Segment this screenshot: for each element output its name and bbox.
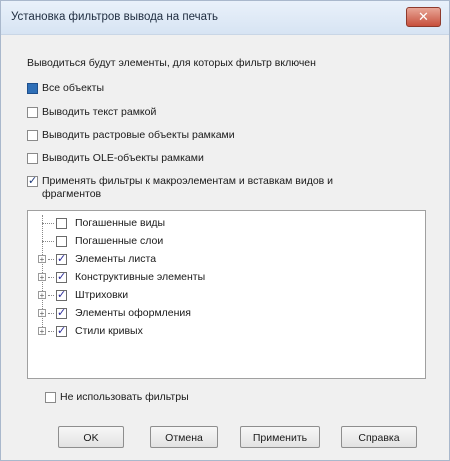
tree-item[interactable]: Погашенные слои [42,235,163,247]
ole-frame-checkbox[interactable] [27,153,38,164]
tree-branch [48,294,54,296]
tree-item-label: Стили кривых [75,325,143,337]
tree-item-label: Конструктивные элементы [75,271,206,283]
tree-item[interactable]: + Стили кривых [38,324,143,337]
tree-checkbox[interactable] [56,252,67,265]
option-label: Не использовать фильтры [60,391,189,403]
dialog-title: Установка фильтров вывода на печать [11,11,218,23]
help-button[interactable]: Справка [341,426,417,448]
ok-button[interactable]: OK [58,426,124,448]
tree-item-label: Элементы оформления [75,307,191,319]
tree-branch [42,240,54,242]
tree-branch [48,276,54,278]
tree-item-label: Штриховки [75,289,129,301]
tree-checkbox[interactable] [56,288,67,301]
tree-checkbox[interactable] [56,324,67,337]
tree-item[interactable]: + Элементы оформления [38,306,191,319]
expand-icon[interactable]: + [38,255,46,264]
tree-branch [42,222,54,224]
option-no-filters[interactable]: Не использовать фильтры [45,391,189,403]
option-raster-frame[interactable]: Выводить растровые объекты рамками [27,129,235,142]
option-ole-frame[interactable]: Выводить OLE-объекты рамками [27,152,204,165]
close-button[interactable]: ✕ [406,7,441,27]
option-label: Выводить OLE-объекты рамками [42,152,204,164]
title-bar: Установка фильтров вывода на печать ✕ [1,1,449,35]
tree-item[interactable]: + Элементы листа [38,252,157,265]
option-all-objects[interactable]: Все объекты [27,82,104,95]
expand-icon[interactable]: + [38,273,46,282]
tree-item[interactable]: Погашенные виды [42,217,165,229]
apply-macro-checkbox[interactable] [27,174,38,187]
option-apply-macro[interactable]: Применять фильтры к макроэлементам и вст… [27,174,347,201]
tree-checkbox[interactable] [56,306,67,319]
tree-branch [48,330,54,332]
tree-item-label: Погашенные виды [75,217,166,229]
option-label: Выводить растровые объекты рамками [42,129,235,141]
no-filters-checkbox[interactable] [45,391,56,403]
tree-checkbox[interactable] [56,235,67,247]
expand-icon[interactable]: + [38,309,46,318]
filter-dialog: Установка фильтров вывода на печать ✕ Вы… [0,0,450,461]
tree-checkbox[interactable] [56,270,67,283]
tree-branch [48,258,54,260]
tree-item-label: Элементы листа [75,253,157,265]
tree-item[interactable]: + Штриховки [38,288,129,301]
text-frame-checkbox[interactable] [27,107,38,118]
option-text-frame[interactable]: Выводить текст рамкой [27,106,156,119]
filters-heading: Выводиться будут элементы, для которых ф… [27,57,316,69]
tree-checkbox[interactable] [56,217,67,229]
option-label: Выводить текст рамкой [42,106,157,118]
cancel-button[interactable]: Отмена [150,426,218,448]
tree-item[interactable]: + Конструктивные элементы [38,270,206,283]
raster-frame-checkbox[interactable] [27,130,38,141]
expand-icon[interactable]: + [38,327,46,336]
expand-icon[interactable]: + [38,291,46,300]
option-label: Все объекты [42,82,104,94]
option-label: Применять фильтры к макроэлементам и вст… [42,175,334,200]
all-objects-checkbox[interactable] [27,83,38,94]
apply-button[interactable]: Применить [240,426,320,448]
tree-branch [48,312,54,314]
tree-item-label: Погашенные слои [75,235,164,247]
filter-tree[interactable]: Погашенные виды Погашенные слои + Элемен… [27,210,426,379]
